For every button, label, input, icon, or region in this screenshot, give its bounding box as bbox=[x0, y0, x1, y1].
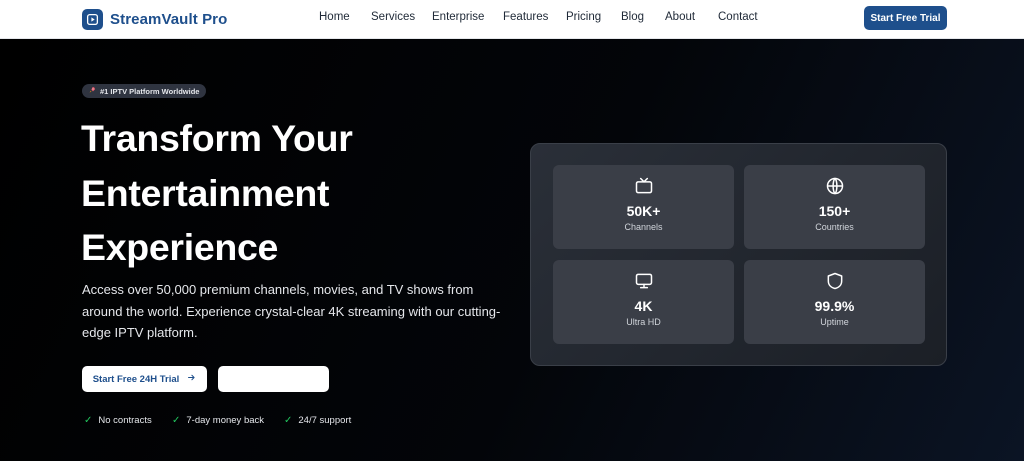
stat-value: 4K bbox=[634, 298, 653, 314]
stat-value: 150+ bbox=[818, 203, 851, 219]
feature-checks: ✓ No contracts ✓ 7-day money back ✓ 24/7… bbox=[84, 415, 384, 429]
stats-panel: 50K+ Channels 150+ Countries 4K Ultra HD… bbox=[530, 143, 947, 366]
checkmark-icon: ✓ bbox=[284, 415, 293, 426]
secondary-button[interactable] bbox=[218, 366, 329, 392]
stat-card-channels: 50K+ Channels bbox=[553, 165, 734, 249]
stat-value: 99.9% bbox=[814, 298, 855, 314]
headline-line-2: Entertainment bbox=[81, 171, 330, 214]
check-label: 7-day money back bbox=[186, 415, 265, 426]
stat-card-uptime: 99.9% Uptime bbox=[744, 260, 925, 344]
nav-link-contact[interactable]: Contact bbox=[718, 11, 758, 23]
stat-label: Ultra HD bbox=[626, 317, 661, 327]
start-free-trial-button[interactable]: Start Free Trial bbox=[864, 6, 947, 30]
start-trial-button[interactable]: Start Free 24H Trial bbox=[82, 366, 207, 392]
monitor-icon bbox=[634, 271, 654, 291]
headline-line-1: Transform Your bbox=[81, 117, 353, 159]
stat-value: 50K+ bbox=[626, 203, 661, 219]
nav-link-features[interactable]: Features bbox=[503, 11, 548, 23]
hero-section: #1 IPTV Platform Worldwide Transform You… bbox=[0, 39, 1024, 461]
nav-link-blog[interactable]: Blog bbox=[621, 11, 644, 23]
stat-label: Uptime bbox=[820, 317, 849, 327]
check-label: No contracts bbox=[98, 415, 152, 426]
check-item: ✓ 7-day money back bbox=[172, 415, 264, 426]
check-item: ✓ 24/7 support bbox=[284, 415, 351, 426]
hero-subtitle: Access over 50,000 premium channels, mov… bbox=[82, 282, 501, 340]
nav-link-home[interactable]: Home bbox=[319, 11, 350, 23]
tv-icon bbox=[634, 176, 654, 196]
rocket-icon bbox=[88, 86, 96, 96]
nav-link-services[interactable]: Services bbox=[371, 11, 415, 23]
headline-line-3: Experience bbox=[81, 226, 279, 268]
checkmark-icon: ✓ bbox=[172, 415, 181, 426]
stat-card-countries: 150+ Countries bbox=[744, 165, 925, 249]
nav-link-enterprise[interactable]: Enterprise bbox=[432, 11, 484, 23]
check-item: ✓ No contracts bbox=[84, 415, 152, 426]
stat-card-ultra-hd: 4K Ultra HD bbox=[553, 260, 734, 344]
platform-badge: #1 IPTV Platform Worldwide bbox=[82, 84, 207, 98]
start-trial-label: Start Free 24H Trial bbox=[92, 373, 180, 385]
badge-text: #1 IPTV Platform Worldwide bbox=[100, 86, 200, 96]
stat-label: Countries bbox=[815, 222, 854, 232]
nav-link-pricing[interactable]: Pricing bbox=[566, 11, 601, 23]
shield-icon bbox=[825, 271, 845, 291]
hero-headline: Transform Your Entertainment Experience bbox=[81, 111, 501, 275]
stat-label: Channels bbox=[624, 222, 663, 232]
top-nav: StreamVault Pro Home Services Enterprise… bbox=[0, 0, 1024, 39]
globe-icon bbox=[825, 176, 845, 196]
check-label: 24/7 support bbox=[298, 415, 352, 426]
checkmark-icon: ✓ bbox=[84, 415, 93, 426]
arrow-right-icon bbox=[187, 373, 196, 385]
nav-link-about[interactable]: About bbox=[665, 11, 695, 23]
